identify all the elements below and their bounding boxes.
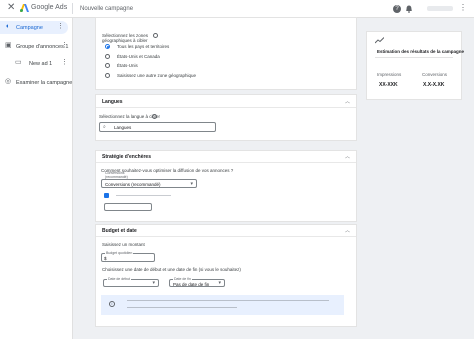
more-vert-icon[interactable]: ⋮	[57, 23, 64, 31]
info-banner: i	[101, 295, 344, 315]
help-icon[interactable]: ?	[393, 5, 401, 13]
radio-us-canada[interactable]	[105, 54, 110, 59]
collapse-icon[interactable]: ︿	[345, 154, 350, 160]
sidebar-item-label: Campagne	[16, 25, 43, 31]
currency-symbol: $	[104, 256, 107, 261]
collapse-icon[interactable]: ︿	[345, 99, 350, 105]
bullhorn-icon: ◖	[5, 23, 10, 30]
more-vert-icon[interactable]: ⋮	[459, 4, 467, 12]
amount-label: Saisissez un montant	[102, 242, 145, 247]
folder-icon: ▣	[5, 42, 12, 49]
more-vert-icon[interactable]: ⋮	[61, 42, 68, 50]
field-label: Date de début	[107, 277, 131, 281]
sidebar-item-ad-group[interactable]: ▣ Groupe d'annonces 1 ⋮	[0, 40, 72, 53]
locations-panel: Sélectionnez les zones géographiques à c…	[95, 17, 357, 90]
google-ads-logo	[20, 4, 29, 12]
campaign-estimate-card: Estimation des résultats de la campagne …	[366, 31, 465, 100]
field-label: Conversions (recommandé)	[104, 171, 130, 179]
section-header: Stratégie d'enchères	[102, 154, 151, 160]
placeholder-line	[116, 195, 171, 196]
radio-other-location[interactable]	[105, 73, 110, 78]
search-icon: ⌕	[103, 124, 106, 130]
sidebar-item-label: Examiner la campagne	[16, 80, 73, 86]
review-icon: ◎	[5, 78, 12, 85]
account-chip[interactable]	[427, 6, 453, 11]
target-input[interactable]	[104, 203, 152, 211]
page-title: Nouvelle campagne	[80, 6, 134, 12]
divider	[72, 3, 73, 14]
sidebar-item-new-ad[interactable]: ▭ New ad 1 ⋮	[0, 57, 72, 70]
placeholder-line	[127, 300, 329, 301]
field-label: Date de fin	[173, 277, 192, 281]
chevron-down-icon: ▾	[218, 280, 221, 286]
trending-up-icon	[375, 37, 384, 44]
languages-label: Sélectionnez la langue à cibler	[99, 114, 161, 119]
divider	[96, 236, 356, 237]
budget-panel: Budget et date ︿ Saisissez un montant $ …	[95, 224, 357, 327]
divider	[96, 107, 356, 108]
impressions-value: XX-XXK	[379, 82, 398, 88]
option-label: États-Unis et Canada	[117, 54, 160, 59]
language-search-input[interactable]: ⌕ Langues	[99, 122, 216, 132]
checkbox[interactable]	[104, 193, 109, 198]
sidebar: ◖ Campagne ⋮ ▣ Groupe d'annonces 1 ⋮ ▭ N…	[0, 18, 73, 339]
brand-name: Google Ads	[31, 4, 68, 11]
chevron-down-icon: ▾	[190, 181, 193, 187]
chevron-down-icon: ▾	[152, 280, 155, 286]
language-input-value: Langues	[114, 125, 132, 130]
ad-icon: ▭	[15, 59, 22, 66]
info-icon[interactable]	[153, 33, 158, 38]
sidebar-item-review[interactable]: ◎ Examiner la campagne	[0, 76, 72, 89]
divider	[96, 162, 356, 163]
radio-all-countries[interactable]	[105, 44, 110, 49]
bidding-focus-select[interactable]: Conversions (recommandé) ▾	[101, 179, 197, 188]
placeholder-line	[127, 307, 237, 308]
section-header: Langues	[102, 99, 123, 105]
option-label: Tous les pays et territoires	[117, 44, 170, 49]
dates-label: Choisissez une date de début et une date…	[102, 267, 241, 272]
option-label: Saisissez une autre zone géographique	[117, 73, 197, 78]
sidebar-item-label: New ad 1	[29, 61, 53, 67]
notifications-icon[interactable]	[405, 5, 413, 13]
section-header: Budget et date	[102, 228, 137, 234]
divider	[375, 57, 453, 58]
info-icon: i	[109, 301, 115, 307]
info-icon[interactable]	[152, 114, 157, 119]
sidebar-item-campaign[interactable]: ◖ Campagne ⋮	[0, 21, 68, 34]
close-icon[interactable]: ✕	[7, 3, 15, 13]
top-bar: ✕ Google Ads Nouvelle campagne ? ⋮	[0, 0, 474, 18]
languages-panel: Langues ︿ Sélectionnez la langue à cible…	[95, 94, 357, 141]
more-vert-icon[interactable]: ⋮	[61, 59, 68, 67]
impressions-label: Impressions	[377, 72, 402, 77]
end-date-value: Pas de date de fin	[173, 281, 210, 287]
option-label: États-Unis	[117, 63, 138, 68]
radio-us[interactable]	[105, 63, 110, 68]
estimate-title: Estimation des résultats de la campagne	[377, 49, 465, 54]
bidding-panel: Stratégie d'enchères ︿ Comment souhaitez…	[95, 150, 357, 222]
field-label: Budget quotidien	[105, 251, 134, 255]
conversions-label: Conversions	[422, 72, 448, 77]
conversions-value: X.X-X.XK	[423, 82, 445, 88]
select-value: Conversions (recommandé)	[105, 182, 161, 187]
collapse-icon[interactable]: ︿	[345, 228, 350, 234]
